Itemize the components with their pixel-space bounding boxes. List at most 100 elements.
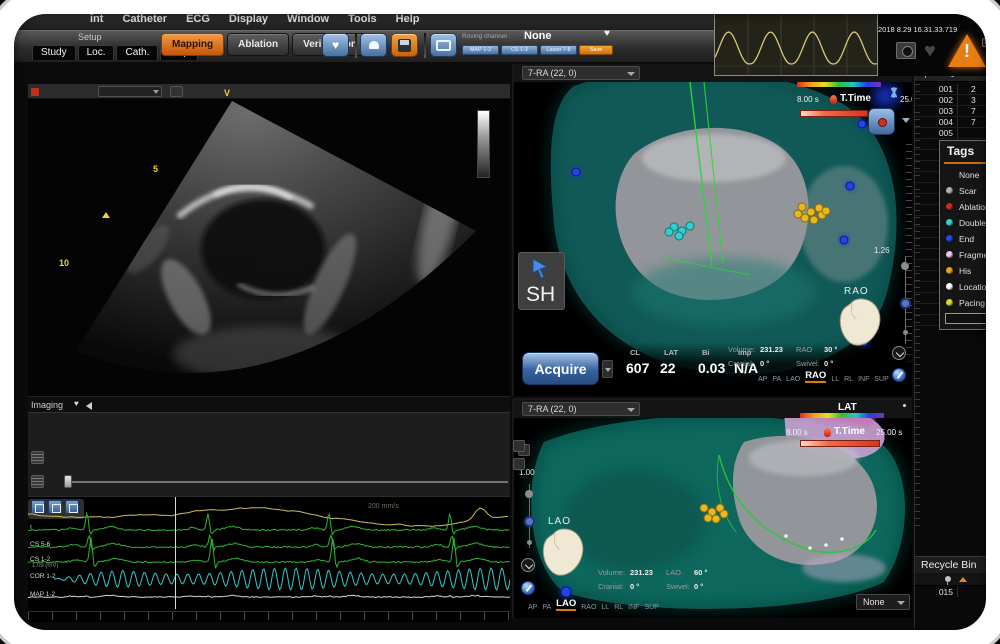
orientation-lao[interactable]: LAO [556,598,576,611]
channel-button-map12[interactable]: MAP 1-2 [462,45,499,55]
point-row-001[interactable]: 0012 [915,84,1000,95]
timeline-handle[interactable] [64,475,72,488]
orientation-rl[interactable]: RL [844,376,853,383]
map-viewport-bottom[interactable]: 7-RA (22, 0) LAT 8.00 s T.Time 25.00 s 1… [512,398,912,618]
ttime-range-bar-bottom[interactable] [800,440,880,447]
orientation-ap[interactable]: AP [528,604,537,611]
compass-icon-top[interactable] [892,368,906,382]
timeline-track[interactable] [66,481,508,483]
orientation-ll[interactable]: LL [601,604,609,611]
orientation-inf[interactable]: INF [858,376,869,383]
tab-study[interactable]: Study [32,45,76,60]
menu-item-ecg[interactable]: ECG [186,13,210,25]
orientation-pa[interactable]: PA [772,376,781,383]
ttime-end-bottom: 25.00 s [876,428,902,437]
ecg-traces[interactable] [28,497,510,611]
compass-icon-bottom[interactable] [521,581,535,595]
timeline-tool-icon-2[interactable] [31,475,44,488]
recycle-bin-header[interactable]: Recycle Bin [915,556,1000,573]
ecg-caliper-line[interactable] [175,497,176,609]
ttime-range-bar[interactable] [800,110,868,117]
acquire-chevron-button[interactable] [602,360,613,378]
menubar-items: int Catheter ECG Display Window Tools Help [90,13,419,25]
tab-cath[interactable]: Cath. [116,45,158,60]
slider-dot-b1[interactable] [525,490,533,498]
ecg-time-ruler[interactable] [28,611,510,620]
sh-catheter-box[interactable]: SH [518,252,565,310]
record-map-button[interactable] [868,108,895,135]
orientation-ll[interactable]: LL [831,376,839,383]
patient-heart-button[interactable]: ♥ [322,33,349,57]
snapshot-icon[interactable] [896,42,916,59]
menu-item-window[interactable]: Window [287,13,329,25]
tag-item-his[interactable]: His [940,264,1000,278]
ecg-thumbnail[interactable] [714,13,878,76]
point-row-005[interactable]: 005 [915,128,1000,139]
roving-channel-value[interactable]: None [524,30,552,42]
menu-item-tools[interactable]: Tools [348,13,377,25]
chevron-down-icon[interactable] [902,118,910,123]
tag-label: His [959,266,971,276]
tags-new-input[interactable] [945,313,997,324]
orientation-lao[interactable]: LAO [786,376,800,383]
ultrasound-image[interactable] [28,99,510,395]
projection-angle: 30 ° [824,345,837,354]
orientation-rl[interactable]: RL [614,604,623,611]
tag-item-end[interactable]: End [940,232,1000,246]
mode-button-ablation[interactable]: Ablation [227,33,289,56]
divider-icon-2[interactable] [513,458,525,470]
display-button[interactable] [430,33,457,57]
map-bottom-title-dropdown[interactable]: 7-RA (22, 0) [522,402,640,416]
tag-item-none[interactable]: None [940,168,1000,182]
save-study-button[interactable] [391,33,418,57]
collapse-button-top[interactable] [892,346,906,360]
orientation-rao[interactable]: RAO [805,370,826,383]
orientation-pa[interactable]: PA [542,604,551,611]
record-icon[interactable] [31,88,39,96]
alarm-button[interactable] [360,33,387,57]
tab-loc[interactable]: Loc. [78,45,115,60]
orientation-sup[interactable]: SUP [874,376,888,383]
point-row-003[interactable]: 0037 [915,106,1000,117]
point-row-002[interactable]: 0023 [915,95,1000,106]
slider-handle-b[interactable] [526,518,533,525]
tag-item-pacing[interactable]: Pacing [940,296,1000,310]
tag-item-double[interactable]: Double [940,216,1000,230]
point-lat-value: 7 [958,106,976,116]
timeline-tool-icon-1[interactable] [31,451,44,464]
mode-button-mapping[interactable]: Mapping [161,33,224,56]
point-row-004[interactable]: 0047 [915,117,1000,128]
ultrasound-header-button[interactable] [170,86,183,97]
reference-heart-bottom[interactable] [540,528,588,585]
orientation-sup[interactable]: SUP [644,604,658,611]
channel-button-lasso78[interactable]: Lasso 7-8 [540,45,577,55]
recycle-row[interactable]: 015 [915,586,1000,598]
map-top-title-dropdown[interactable]: 7-RA (22, 0) [522,66,640,80]
depth-marker-5: 5 [153,164,158,174]
tag-item-location[interactable]: Location [940,280,1000,294]
channel-button-cs12[interactable]: CS 1-2 [501,45,538,55]
volume-row-top: Volume: 231.23 RAO 30 ° [728,345,837,354]
menu-item-int[interactable]: int [90,13,103,25]
ultrasound-dropdown[interactable] [98,86,162,97]
fan-icon[interactable] [886,86,902,100]
divider-icon-1[interactable] [513,440,525,452]
acquire-button[interactable]: Acquire [522,352,599,385]
ecg-trace-3 [28,538,510,569]
channel-save-button[interactable]: Save [579,45,613,55]
orientation-rao[interactable]: RAO [581,604,596,611]
orientation-ap[interactable]: AP [758,376,767,383]
menu-item-help[interactable]: Help [396,13,420,25]
tag-item-ablation[interactable]: Ablation [940,200,1000,214]
slider-dot-b2[interactable] [527,540,532,545]
orientation-inf[interactable]: INF [628,604,639,611]
collapse-button-bottom[interactable] [521,558,535,572]
menu-item-catheter[interactable]: Catheter [122,13,167,25]
map-dropdown-none[interactable]: None [856,594,910,610]
map-viewport-top[interactable]: 7-RA (22, 0) 8.00 s T.Time 25.00 s SH 1.… [512,64,912,396]
tag-item-fragment[interactable]: Fragment [940,248,1000,262]
ecg-channel-label-4: COR 1-2 [30,573,56,580]
menu-item-display[interactable]: Display [229,13,268,25]
warning-triangle-icon[interactable]: ! [948,34,986,67]
tag-item-scar[interactable]: Scar [940,184,1000,198]
